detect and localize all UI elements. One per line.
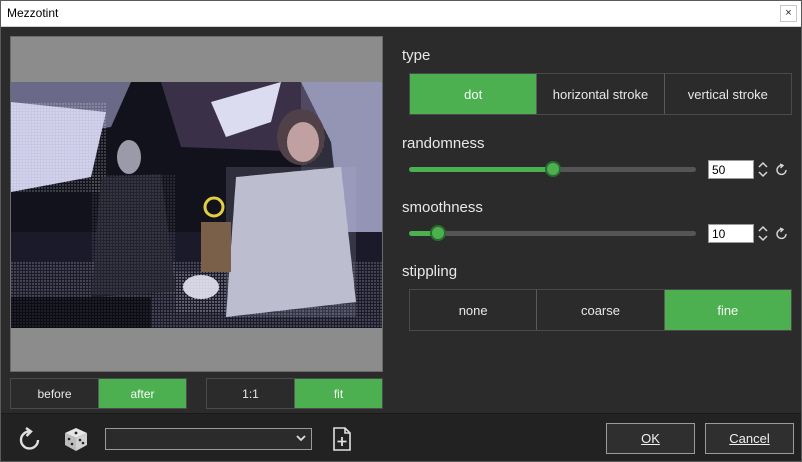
stippling-label: stippling bbox=[402, 263, 458, 280]
randomness-spinner[interactable] bbox=[757, 160, 769, 179]
randomness-label: randomness bbox=[402, 135, 485, 152]
mezzotint-dialog: Mezzotint × before after 1:1 fit type do… bbox=[0, 0, 802, 462]
zoom-toggle: 1:1 fit bbox=[206, 378, 383, 409]
close-button[interactable]: × bbox=[780, 5, 797, 22]
stippling-none-option[interactable]: none bbox=[410, 290, 538, 330]
reset-all-button[interactable] bbox=[17, 427, 43, 458]
type-label: type bbox=[402, 47, 431, 64]
randomness-input[interactable]: 50 bbox=[708, 160, 754, 179]
ok-button-label: OK bbox=[641, 431, 660, 446]
stippling-fine-option[interactable]: fine bbox=[664, 290, 791, 330]
stippling-coarse-option[interactable]: coarse bbox=[537, 290, 665, 330]
randomness-slider[interactable] bbox=[409, 161, 696, 177]
smoothness-spinner[interactable] bbox=[757, 224, 769, 243]
randomness-reset-button[interactable] bbox=[775, 163, 789, 177]
smoothness-reset-button[interactable] bbox=[775, 227, 789, 241]
preview-image bbox=[11, 82, 382, 328]
type-selector: dot horizontal stroke vertical stroke bbox=[409, 73, 792, 115]
reset-icon bbox=[776, 227, 787, 240]
zoom-1-1-option[interactable]: 1:1 bbox=[207, 379, 295, 408]
after-option[interactable]: after bbox=[99, 379, 186, 408]
type-dot-option[interactable]: dot bbox=[410, 74, 538, 114]
randomness-slider-fill bbox=[409, 167, 553, 172]
preset-dropdown[interactable] bbox=[105, 428, 312, 450]
stippling-selector: none coarse fine bbox=[409, 289, 792, 331]
ok-button[interactable]: OK bbox=[606, 423, 695, 454]
spin-arrows-icon bbox=[758, 225, 768, 242]
window-title: Mezzotint bbox=[7, 6, 59, 20]
before-after-toggle: before after bbox=[10, 378, 187, 409]
title-bar: Mezzotint × bbox=[1, 1, 801, 27]
cancel-button-label: Cancel bbox=[729, 431, 770, 446]
zoom-fit-option[interactable]: fit bbox=[295, 379, 382, 408]
dice-icon bbox=[65, 428, 87, 451]
reset-icon bbox=[19, 427, 40, 450]
type-horizontal-stroke-option[interactable]: horizontal stroke bbox=[537, 74, 665, 114]
smoothness-slider[interactable] bbox=[409, 225, 696, 241]
smoothness-input[interactable]: 10 bbox=[708, 224, 754, 243]
randomize-button[interactable] bbox=[63, 426, 89, 457]
mezzotint-photo-graphic bbox=[11, 82, 382, 328]
smoothness-slider-handle[interactable] bbox=[429, 225, 446, 241]
smoothness-label: smoothness bbox=[402, 199, 483, 216]
cancel-button[interactable]: Cancel bbox=[705, 423, 794, 454]
new-preset-icon bbox=[333, 427, 351, 451]
dialog-footer: OK Cancel bbox=[1, 413, 801, 461]
before-option[interactable]: before bbox=[11, 379, 99, 408]
chevron-down-icon bbox=[296, 435, 306, 442]
preview-panel[interactable] bbox=[10, 36, 383, 372]
spin-arrows-icon bbox=[758, 161, 768, 178]
randomness-slider-handle[interactable] bbox=[544, 161, 561, 177]
reset-icon bbox=[776, 163, 787, 176]
type-vertical-stroke-option[interactable]: vertical stroke bbox=[664, 74, 791, 114]
add-preset-button[interactable] bbox=[332, 427, 352, 456]
